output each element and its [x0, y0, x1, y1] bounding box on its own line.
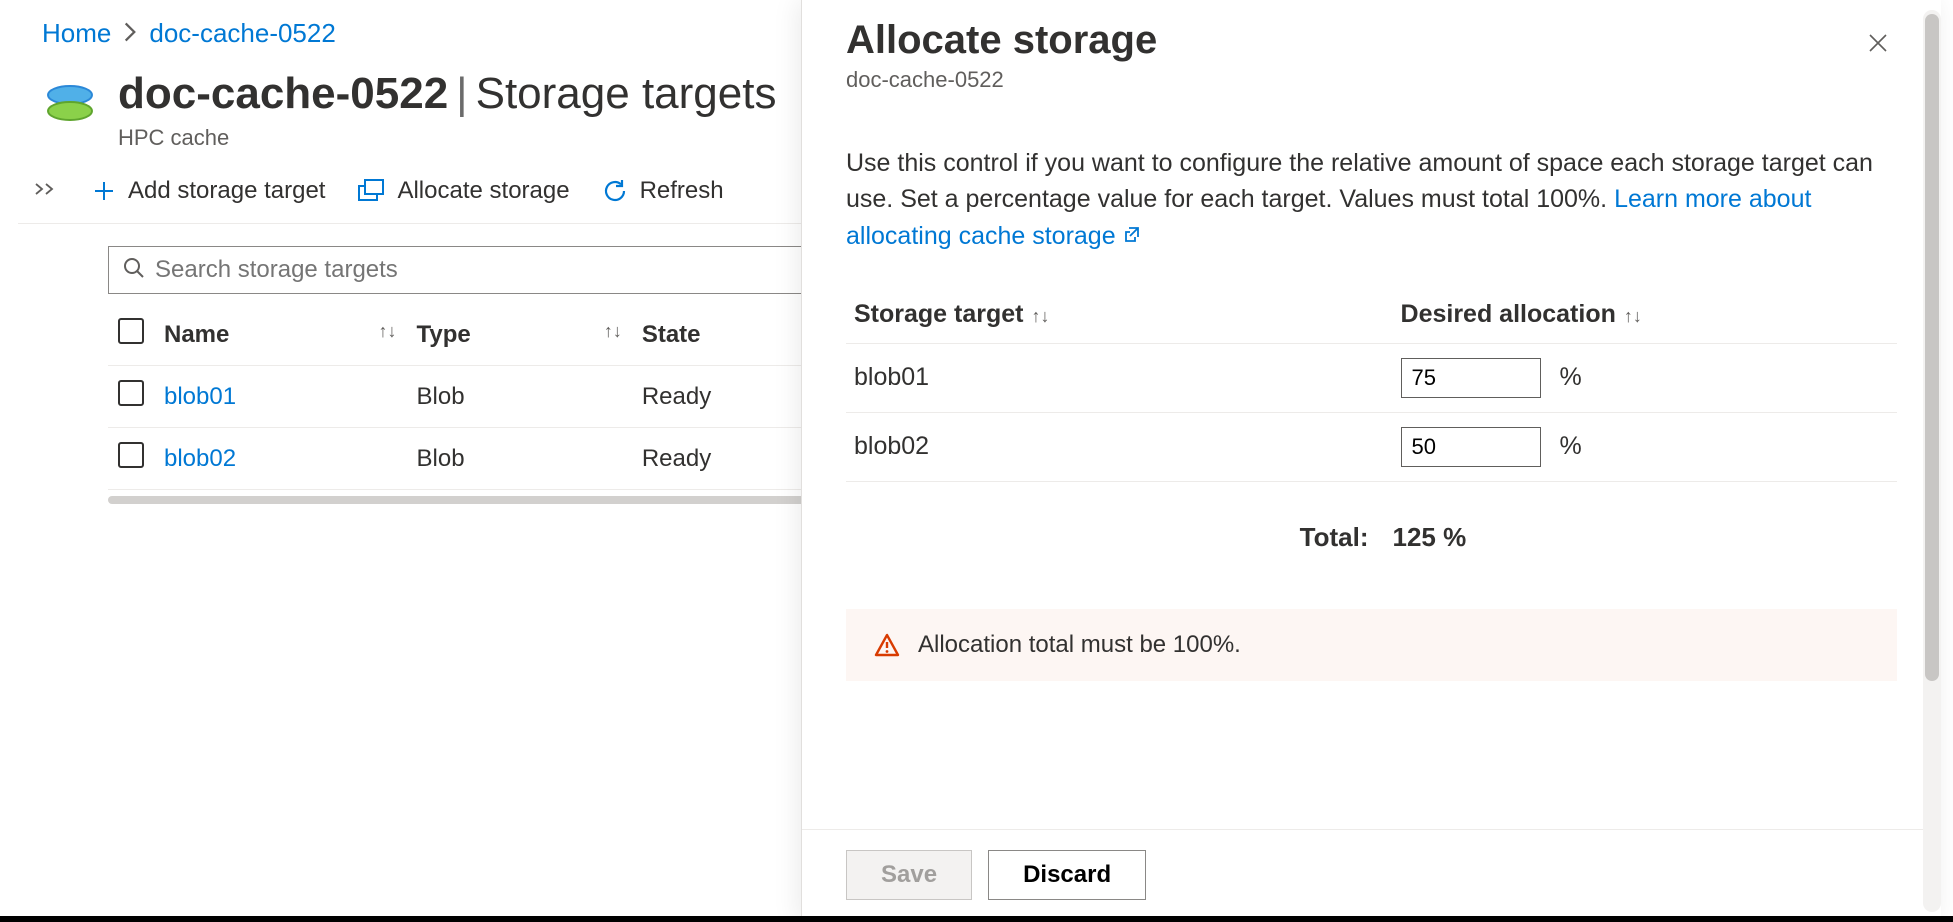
- breadcrumb-home[interactable]: Home: [42, 18, 111, 49]
- allocation-row: blob01 %: [846, 343, 1897, 412]
- horizontal-scrollbar[interactable]: [108, 496, 868, 504]
- refresh-button[interactable]: Refresh: [600, 173, 726, 209]
- sort-icon: ↑↓: [379, 321, 397, 342]
- panel-description: Use this control if you want to configur…: [846, 145, 1897, 254]
- sort-icon: ↑↓: [604, 321, 622, 342]
- allocate-storage-panel: Allocate storage doc-cache-0522 Use this…: [801, 0, 1941, 922]
- table-row: blob01 Blob Ready: [108, 366, 868, 428]
- table-row: blob02 Blob Ready: [108, 428, 868, 490]
- allocation-input[interactable]: [1401, 358, 1541, 398]
- sort-icon: ↑↓: [1031, 306, 1049, 326]
- allocation-input[interactable]: [1401, 427, 1541, 467]
- page-title: doc-cache-0522|Storage targets: [118, 69, 776, 119]
- target-type: Blob: [407, 428, 632, 490]
- allocation-target-name: blob02: [846, 412, 1393, 481]
- table-header-row: Name↑↓ Type↑↓ State↑↓: [108, 304, 868, 366]
- warning-icon: [874, 632, 900, 658]
- allocation-total: Total: 125 %: [846, 482, 1897, 553]
- window-frame-bottom: [0, 916, 1953, 922]
- vertical-scrollbar[interactable]: [1923, 10, 1941, 912]
- validation-warning: Allocation total must be 100%.: [846, 609, 1897, 681]
- close-button[interactable]: [1859, 24, 1897, 68]
- allocation-target-name: blob01: [846, 343, 1393, 412]
- panel-footer: Save Discard: [802, 829, 1941, 922]
- col-type[interactable]: Type↑↓: [407, 304, 632, 366]
- row-checkbox[interactable]: [118, 380, 144, 406]
- search-icon: [123, 257, 145, 284]
- storage-targets-table: Name↑↓ Type↑↓ State↑↓ blob01 Blob Ready …: [108, 304, 868, 490]
- hpc-cache-icon: [42, 75, 98, 131]
- expand-menu-icon[interactable]: [28, 178, 62, 204]
- select-all-checkbox[interactable]: [118, 318, 144, 344]
- plus-icon: [92, 179, 116, 203]
- panel-subtitle: doc-cache-0522: [846, 67, 1157, 93]
- col-desired-allocation[interactable]: Desired allocation↑↓: [1393, 286, 1897, 344]
- percent-label: %: [1559, 432, 1581, 460]
- allocate-icon: [357, 178, 385, 204]
- chevron-right-icon: [123, 18, 137, 49]
- row-checkbox[interactable]: [118, 442, 144, 468]
- warning-text: Allocation total must be 100%.: [918, 631, 1241, 659]
- allocation-table: Storage target↑↓ Desired allocation↑↓ bl…: [846, 286, 1897, 482]
- col-name[interactable]: Name↑↓: [154, 304, 407, 366]
- save-button[interactable]: Save: [846, 850, 972, 900]
- external-link-icon: [1123, 226, 1141, 248]
- breadcrumb-resource[interactable]: doc-cache-0522: [149, 18, 335, 49]
- page-subtitle: HPC cache: [118, 125, 776, 151]
- target-link[interactable]: blob01: [164, 383, 236, 410]
- percent-label: %: [1559, 363, 1581, 391]
- refresh-icon: [602, 178, 628, 204]
- col-storage-target[interactable]: Storage target↑↓: [846, 286, 1393, 344]
- close-icon: [1867, 34, 1889, 59]
- add-storage-target-button[interactable]: Add storage target: [90, 173, 327, 209]
- discard-button[interactable]: Discard: [988, 850, 1146, 900]
- target-link[interactable]: blob02: [164, 445, 236, 472]
- scrollbar-thumb[interactable]: [1925, 14, 1939, 681]
- allocation-row: blob02 %: [846, 412, 1897, 481]
- panel-title: Allocate storage: [846, 18, 1157, 63]
- allocate-storage-button[interactable]: Allocate storage: [355, 173, 571, 209]
- sort-icon: ↑↓: [1624, 306, 1642, 326]
- target-type: Blob: [407, 366, 632, 428]
